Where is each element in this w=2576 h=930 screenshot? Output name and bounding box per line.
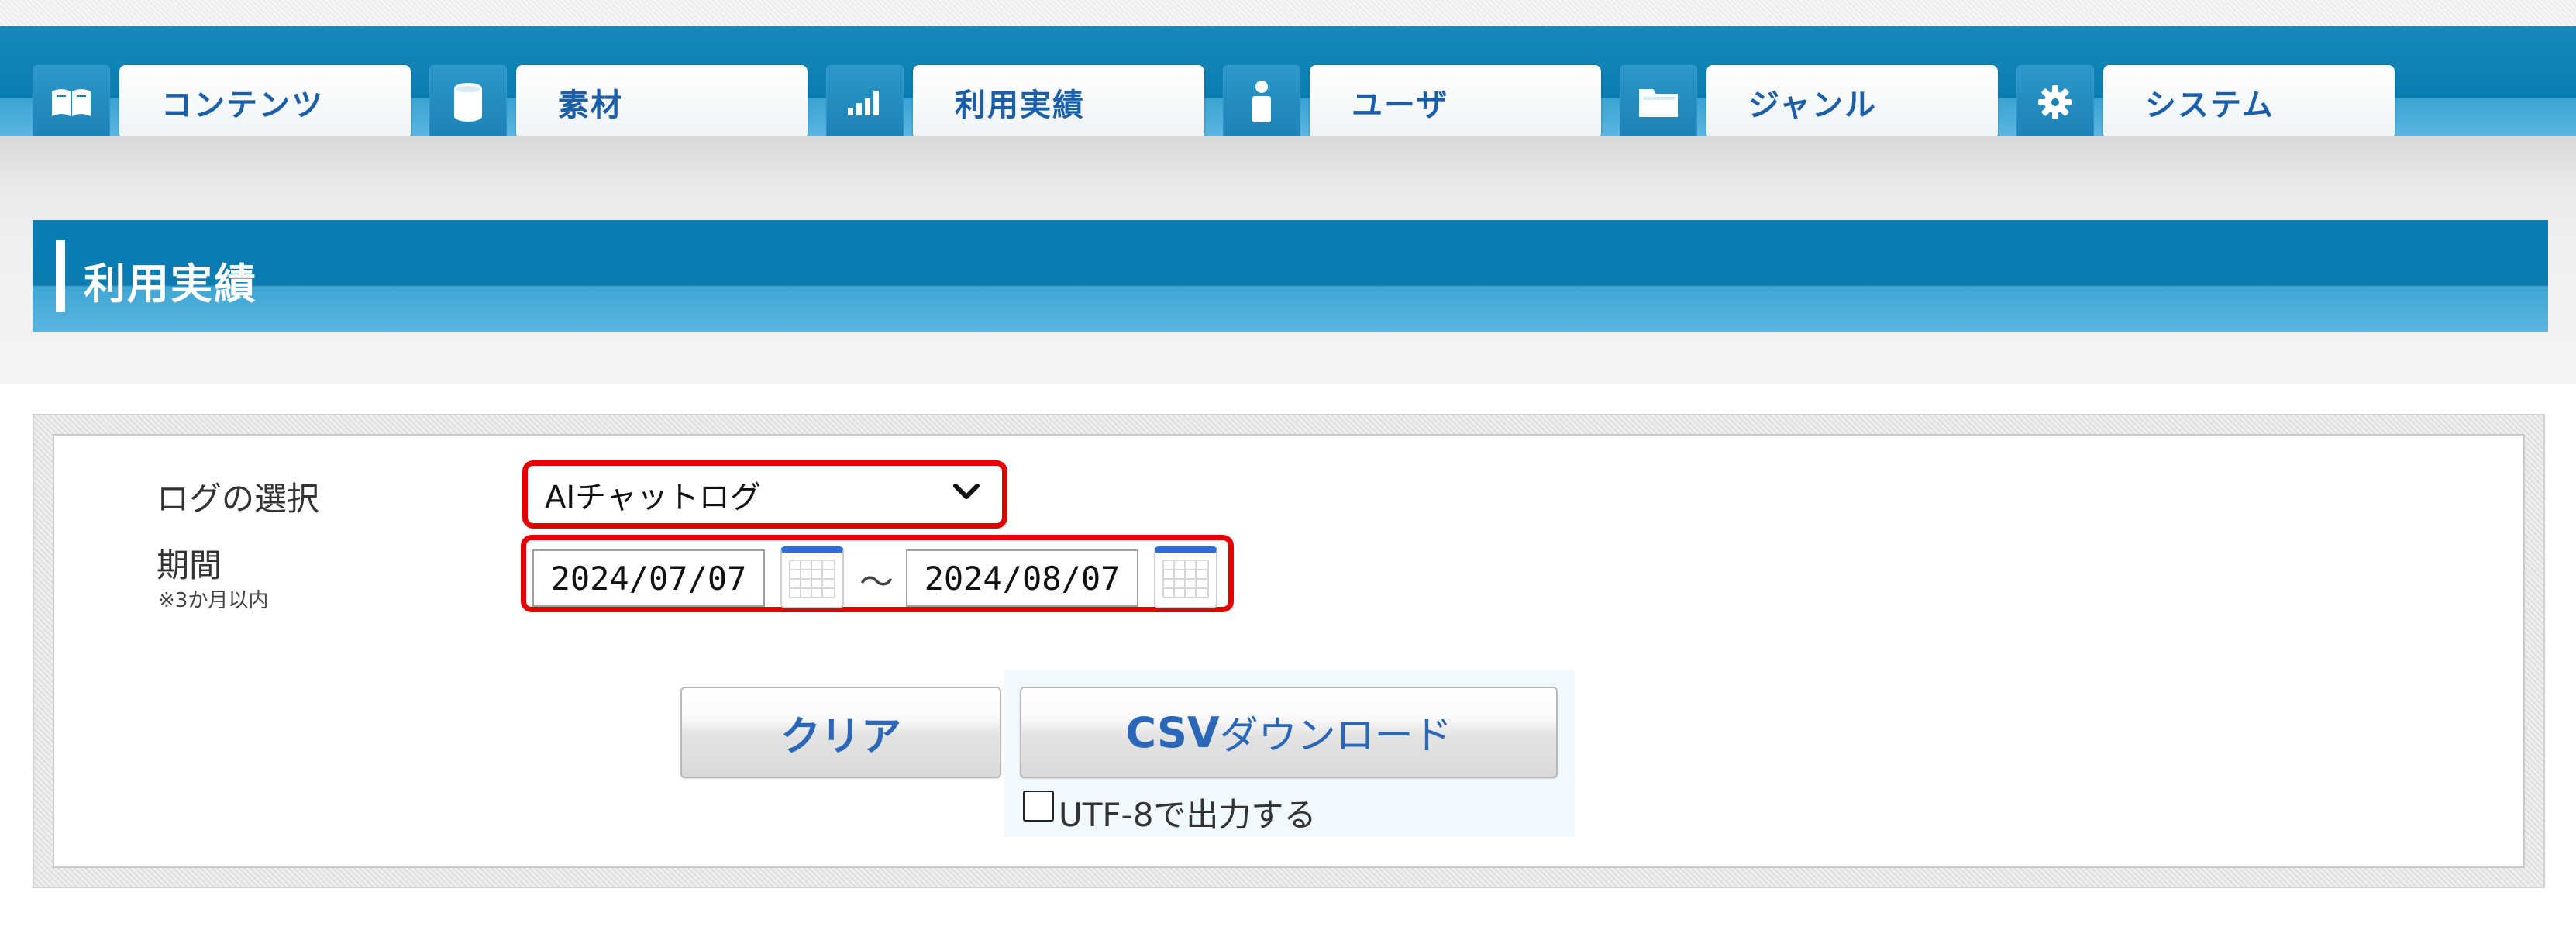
book-icon bbox=[33, 65, 110, 140]
date-from-input[interactable]: 2024/07/07 bbox=[532, 549, 765, 607]
nav-item-materials[interactable]: 素材 bbox=[429, 65, 809, 140]
period-label: 期間 bbox=[157, 546, 222, 584]
period-range: 2024/07/07 〜 2024/08/07 bbox=[521, 535, 1234, 612]
gear-icon bbox=[2016, 65, 2094, 140]
page-title: 利用実績 bbox=[84, 260, 257, 308]
csv-download-button[interactable]: CSV ダウンロード bbox=[1020, 687, 1558, 778]
calendar-icon bbox=[1162, 560, 1209, 598]
log-select-label: ログの選択 bbox=[157, 480, 320, 518]
utf8-checkbox[interactable] bbox=[1023, 790, 1054, 822]
nav-label: システム bbox=[2103, 65, 2395, 140]
log-select-value: AIチャットログ bbox=[545, 480, 761, 515]
nav-item-usage[interactable]: 利用実績 bbox=[826, 65, 1206, 140]
folder-icon bbox=[1620, 65, 1697, 140]
main-navigation: コンテンツ 素材 利用実績 ユーザ ジャンル システム bbox=[0, 26, 2576, 140]
utf8-checkbox-label: UTF-8で出力する bbox=[1059, 796, 1317, 834]
clear-button[interactable]: クリア bbox=[680, 687, 1001, 778]
nav-item-system[interactable]: システム bbox=[2016, 65, 2396, 140]
period-note: ※3か月以内 bbox=[158, 589, 269, 612]
nav-label: 利用実績 bbox=[913, 65, 1204, 140]
nav-label: 素材 bbox=[516, 65, 808, 140]
section-header: 利用実績 bbox=[33, 220, 2548, 332]
csv-button-suffix: ダウンロード bbox=[1219, 713, 1452, 758]
header-accent-bar bbox=[56, 240, 65, 312]
database-icon bbox=[429, 65, 507, 140]
calendar-to-button[interactable] bbox=[1154, 546, 1217, 608]
log-select[interactable]: AIチャットログ bbox=[522, 460, 1007, 529]
calendar-icon bbox=[789, 560, 835, 598]
nav-label: ジャンル bbox=[1706, 65, 1998, 140]
date-to-input[interactable]: 2024/08/07 bbox=[906, 549, 1138, 607]
bar-chart-icon bbox=[826, 65, 904, 140]
chevron-down-icon bbox=[953, 484, 980, 499]
range-separator: 〜 bbox=[859, 563, 894, 602]
calendar-from-button[interactable] bbox=[780, 546, 844, 608]
nav-item-contents[interactable]: コンテンツ bbox=[33, 65, 412, 140]
csv-button-prefix: CSV bbox=[1125, 708, 1220, 757]
nav-item-users[interactable]: ユーザ bbox=[1223, 65, 1603, 140]
nav-label: ユーザ bbox=[1310, 65, 1601, 140]
nav-item-genre[interactable]: ジャンル bbox=[1620, 65, 1999, 140]
nav-label: コンテンツ bbox=[119, 65, 411, 140]
person-icon bbox=[1223, 65, 1300, 140]
clear-button-label: クリア bbox=[780, 713, 901, 760]
top-strip bbox=[0, 0, 2576, 26]
